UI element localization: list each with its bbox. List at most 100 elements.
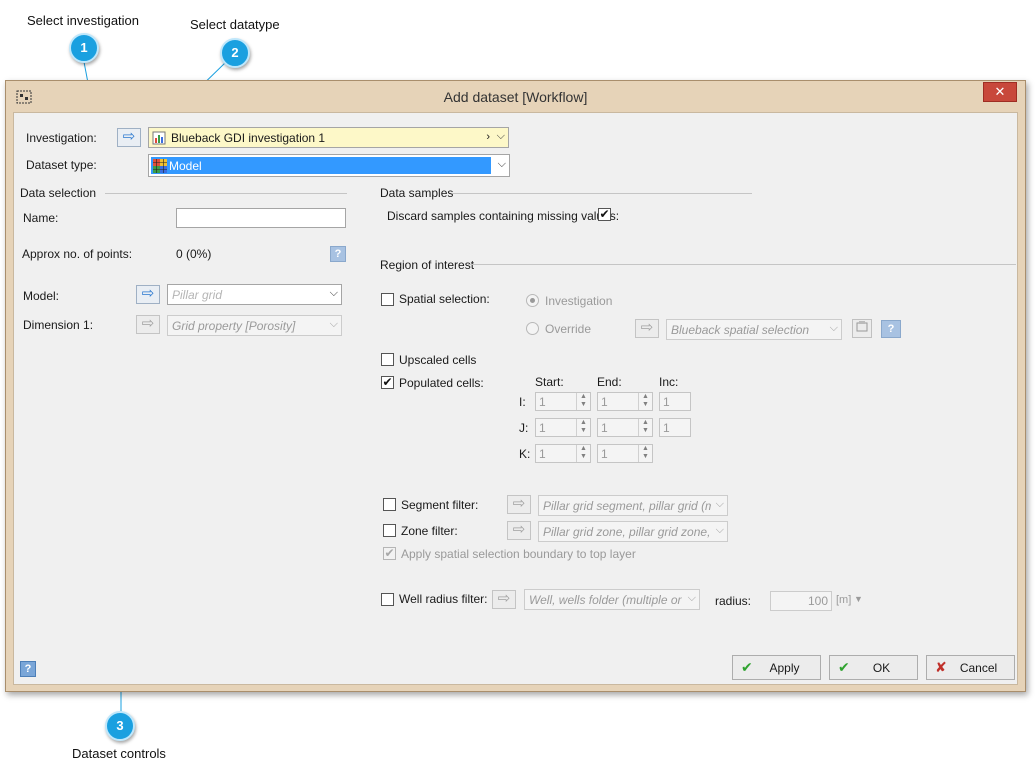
chevron-down-icon: ⌵ xyxy=(329,318,338,330)
segment-filter-value: Pillar grid segment, pillar grid (multip… xyxy=(543,499,711,513)
dimension-1-dropdown[interactable]: Grid property [Porosity] ⌵ xyxy=(167,315,342,336)
segment-arrow-button[interactable]: ⇨ xyxy=(507,495,531,514)
stepper-arrows-icon[interactable]: ▲ ▼ xyxy=(576,445,590,462)
chevron-down-icon: ⌵ xyxy=(829,322,838,334)
callout-label-select-investigation: Select investigation xyxy=(27,13,140,28)
dataset-type-selection-highlight xyxy=(151,157,491,174)
populated-cells-label: Populated cells: xyxy=(399,376,484,390)
discard-samples-checkbox[interactable]: ✔ xyxy=(598,208,611,221)
dataset-type-label: Dataset type: xyxy=(26,158,97,172)
model-grid-icon xyxy=(153,159,167,176)
zone-arrow-button[interactable]: ⇨ xyxy=(507,521,531,540)
i-inc-field[interactable]: 1 xyxy=(659,392,691,411)
investigation-suffix: › xyxy=(486,131,490,143)
radio-investigation-label: Investigation xyxy=(545,294,613,308)
chevron-down-icon: ⌵ xyxy=(329,287,338,299)
spatial-selection-dropdown[interactable]: Blueback spatial selection ⌵ xyxy=(666,319,842,340)
dimension-1-value: Grid property [Porosity] xyxy=(172,319,296,333)
roi-divider xyxy=(468,264,1016,265)
j-inc-value: 1 xyxy=(663,421,670,435)
zone-filter-checkbox[interactable] xyxy=(383,524,396,537)
radio-investigation[interactable] xyxy=(526,294,539,307)
j-start-stepper[interactable]: 1 ▲ ▼ xyxy=(535,418,591,437)
i-start-value: 1 xyxy=(539,395,546,409)
chevron-down-icon: ⌵ xyxy=(497,158,506,170)
i-inc-value: 1 xyxy=(663,395,670,409)
i-end-stepper[interactable]: 1 ▲ ▼ xyxy=(597,392,653,411)
upscaled-cells-label: Upscaled cells xyxy=(399,353,477,367)
axis-i-label: I: xyxy=(519,395,526,409)
investigation-dropdown[interactable]: Blueback GDI investigation 1 › ⌵ xyxy=(148,127,509,148)
radio-override-label: Override xyxy=(545,322,592,336)
well-dropdown[interactable]: Well, wells folder (multiple or fold ⌵ xyxy=(524,589,700,610)
apply-button[interactable]: ✔ Apply xyxy=(732,655,821,680)
well-radius-checkbox[interactable] xyxy=(381,593,394,606)
segment-filter-dropdown[interactable]: Pillar grid segment, pillar grid (multip… xyxy=(538,495,728,516)
stepper-arrows-icon[interactable]: ▲ ▼ xyxy=(576,419,590,436)
stepper-arrows-icon[interactable]: ▲ ▼ xyxy=(576,393,590,410)
k-end-stepper[interactable]: 1 ▲ ▼ xyxy=(597,444,653,463)
dialog-help-icon[interactable]: ? xyxy=(20,661,36,677)
roi-section-title: Region of interest xyxy=(380,258,475,272)
radius-unit-dropdown-icon[interactable]: ▼ xyxy=(854,594,863,604)
model-arrow-button[interactable]: ⇨ xyxy=(136,285,160,304)
k-start-stepper[interactable]: 1 ▲ ▼ xyxy=(535,444,591,463)
stepper-arrows-icon[interactable]: ▲ ▼ xyxy=(638,445,652,462)
spatial-settings-icon[interactable] xyxy=(852,319,872,338)
j-end-value: 1 xyxy=(601,421,608,435)
spatial-arrow-button[interactable]: ⇨ xyxy=(635,319,659,338)
segment-filter-label: Segment filter: xyxy=(401,498,479,512)
radius-unit-label: [m] xyxy=(836,594,852,606)
callout-marker-1: 1 xyxy=(69,33,99,63)
radius-value: 100 xyxy=(807,594,828,608)
name-input[interactable] xyxy=(176,208,346,228)
callout-label-select-datatype: Select datatype xyxy=(190,17,280,32)
i-start-stepper[interactable]: 1 ▲ ▼ xyxy=(535,392,591,411)
chevron-down-icon: ⌵ xyxy=(715,524,724,536)
model-label: Model: xyxy=(23,289,60,303)
well-arrow-button[interactable]: ⇨ xyxy=(492,590,516,609)
stepper-arrows-icon[interactable]: ▲ ▼ xyxy=(638,419,652,436)
spatial-help-icon[interactable]: ? xyxy=(881,320,901,338)
investigation-arrow-button[interactable]: ⇨ xyxy=(117,128,141,147)
dialog-client-area: Investigation: ⇨ Blueback GDI investigat… xyxy=(13,112,1018,685)
dataset-type-value: Model xyxy=(169,159,202,173)
callout-marker-3: 3 xyxy=(105,711,135,741)
apply-boundary-checkbox[interactable]: ✔ xyxy=(383,547,396,560)
cancel-button[interactable]: ✘ Cancel xyxy=(926,655,1015,680)
model-placeholder: Pillar grid xyxy=(172,288,223,302)
zone-filter-label: Zone filter: xyxy=(401,524,458,538)
j-end-stepper[interactable]: 1 ▲ ▼ xyxy=(597,418,653,437)
ok-button[interactable]: ✔ OK xyxy=(829,655,918,680)
i-end-value: 1 xyxy=(601,395,608,409)
axis-j-label: J: xyxy=(519,421,529,435)
well-radius-label: Well radius filter: xyxy=(399,592,488,606)
model-dropdown[interactable]: Pillar grid ⌵ xyxy=(167,284,342,305)
close-button[interactable]: ✕ xyxy=(983,82,1017,102)
apply-boundary-label: Apply spatial selection boundary to top … xyxy=(401,547,636,561)
data-samples-section-title: Data samples xyxy=(380,186,454,200)
stepper-arrows-icon[interactable]: ▲ ▼ xyxy=(638,393,652,410)
populated-cells-checkbox[interactable]: ✔ xyxy=(381,376,394,389)
add-dataset-dialog: Add dataset [Workflow] ✕ Investigation: … xyxy=(5,80,1026,692)
callout-marker-2: 2 xyxy=(220,38,250,68)
upscaled-cells-checkbox[interactable] xyxy=(381,353,394,366)
k-end-value: 1 xyxy=(601,447,608,461)
title-bar[interactable]: Add dataset [Workflow] ✕ xyxy=(6,81,1025,111)
spatial-selection-checkbox[interactable] xyxy=(381,293,394,306)
dataset-type-dropdown[interactable]: Model ⌵ xyxy=(148,154,510,177)
k-start-value: 1 xyxy=(539,447,546,461)
axis-k-label: K: xyxy=(519,447,531,461)
data-samples-divider xyxy=(452,193,752,194)
dimension-1-label: Dimension 1: xyxy=(23,318,94,332)
dimension-arrow-button[interactable]: ⇨ xyxy=(136,315,160,334)
radio-override[interactable] xyxy=(526,322,539,335)
help-icon[interactable]: ? xyxy=(330,246,346,262)
zone-filter-dropdown[interactable]: Pillar grid zone, pillar grid zone, pill… xyxy=(538,521,728,542)
inc-column-header: Inc: xyxy=(659,375,679,389)
segment-filter-checkbox[interactable] xyxy=(383,498,396,511)
radius-input[interactable]: 100 xyxy=(770,591,832,611)
investigation-label: Investigation: xyxy=(26,131,97,145)
discard-samples-label: Discard samples containing missing value… xyxy=(387,209,620,223)
j-inc-field[interactable]: 1 xyxy=(659,418,691,437)
